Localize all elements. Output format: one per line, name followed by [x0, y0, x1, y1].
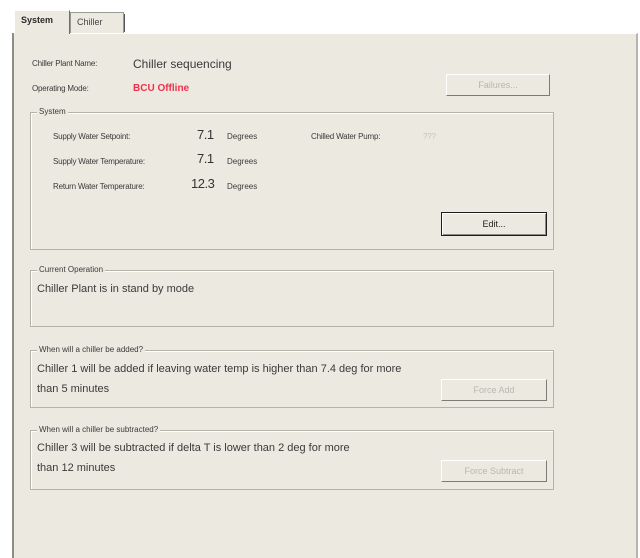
panel-left-border: [12, 33, 14, 558]
plant-name-value: Chiller sequencing: [133, 57, 232, 71]
system-group-title: System: [37, 107, 68, 116]
tab-system[interactable]: System: [14, 10, 70, 34]
tab-chiller[interactable]: Chiller: [70, 12, 124, 33]
failures-button[interactable]: Failures...: [446, 74, 550, 96]
add-chiller-title: When will a chiller be added?: [37, 345, 146, 354]
return-temp-value: 12.3: [191, 176, 215, 191]
subtract-chiller-text-line1: Chiller 3 will be subtracted if delta T …: [37, 442, 350, 454]
current-operation-group: Current Operation Chiller Plant is in st…: [30, 265, 554, 327]
supply-temp-label: Supply Water Temperature:: [53, 157, 145, 166]
force-add-button[interactable]: Force Add: [441, 379, 547, 401]
return-temp-unit: Degrees: [227, 182, 258, 191]
tab-divider: [124, 14, 125, 32]
subtract-chiller-group: When will a chiller be subtracted? Chill…: [30, 425, 554, 490]
current-operation-text: Chiller Plant is in stand by mode: [37, 283, 195, 295]
chilled-water-pump-label: Chilled Water Pump:: [311, 132, 381, 141]
supply-temp-value: 7.1: [197, 151, 214, 166]
supply-setpoint-unit: Degrees: [227, 132, 258, 141]
operating-mode-value: BCU Offline: [133, 83, 190, 94]
edit-button[interactable]: Edit...: [441, 212, 547, 236]
plant-name-label: Chiller Plant Name:: [32, 59, 98, 68]
add-chiller-text-line1: Chiller 1 will be added if leaving water…: [37, 363, 402, 375]
chilled-water-pump-value: ???: [423, 132, 436, 141]
operating-mode-label: Operating Mode:: [32, 84, 89, 93]
add-chiller-group: When will a chiller be added? Chiller 1 …: [30, 345, 554, 408]
supply-setpoint-value: 7.1: [197, 127, 214, 142]
subtract-chiller-title: When will a chiller be subtracted?: [37, 425, 161, 434]
system-group: System Supply Water Setpoint: 7.1 Degree…: [30, 107, 554, 250]
subtract-chiller-text-line2: than 12 minutes: [37, 462, 116, 474]
supply-setpoint-label: Supply Water Setpoint:: [53, 132, 131, 141]
return-temp-label: Return Water Temperature:: [53, 182, 145, 191]
current-operation-title: Current Operation: [37, 265, 106, 274]
supply-temp-unit: Degrees: [227, 157, 258, 166]
force-subtract-button[interactable]: Force Subtract: [441, 460, 547, 482]
tab-strip: Chiller System: [14, 10, 634, 34]
add-chiller-text-line2: than 5 minutes: [37, 383, 110, 395]
